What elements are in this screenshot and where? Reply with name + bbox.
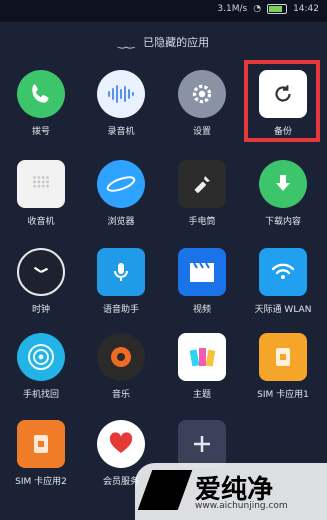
- watermark-url: www.aichunjing.com: [195, 501, 288, 511]
- app-label: 拨号: [31, 127, 50, 137]
- app-find-phone[interactable]: 手机找回: [2, 333, 80, 400]
- app-wlan[interactable]: 天际通 WLAN: [244, 248, 322, 315]
- app-sim1[interactable]: SIM 卡应用1: [244, 333, 322, 400]
- app-recorder[interactable]: 录音机: [82, 70, 160, 137]
- waveform-icon: [97, 70, 145, 118]
- heart-icon: [97, 420, 145, 468]
- app-label: 下载内容: [264, 217, 301, 227]
- app-themes[interactable]: 主题: [163, 333, 241, 400]
- watermark-logo-icon: [137, 470, 193, 510]
- status-right: 3.1M/s ◔ 14:42: [217, 4, 319, 14]
- app-sim2[interactable]: SIM 卡应用2: [2, 420, 80, 487]
- clock-icon: [17, 248, 65, 296]
- app-label: 视频: [192, 305, 211, 315]
- sim-card-icon: [17, 420, 65, 468]
- app-dialer[interactable]: 拨号: [2, 70, 80, 137]
- app-label: 设置: [192, 127, 211, 137]
- watermark: 爱纯净 www.aichunjing.com: [135, 463, 327, 520]
- battery-icon: [267, 4, 288, 14]
- app-label: 收音机: [27, 217, 55, 227]
- microphone-icon: [97, 248, 145, 296]
- app-settings[interactable]: 设置: [163, 70, 241, 137]
- app-video[interactable]: 视频: [163, 248, 241, 315]
- app-label: SIM 卡应用1: [257, 390, 309, 400]
- app-downloads[interactable]: 下载内容: [244, 160, 322, 227]
- gear-icon: [178, 70, 226, 118]
- hidden-apps-header: ‿‿ 已隐藏的应用: [0, 28, 327, 58]
- app-label: 时钟: [31, 305, 50, 315]
- download-icon: [259, 160, 307, 208]
- clapper-icon: [178, 248, 226, 296]
- highlight-box: [244, 60, 320, 142]
- clock-time: 14:42: [293, 4, 319, 14]
- app-voice-assistant[interactable]: 语音助手: [82, 248, 160, 315]
- app-radio[interactable]: 收音机: [2, 160, 80, 227]
- radar-icon: [17, 333, 65, 381]
- wifi-status-icon: ◔: [253, 4, 262, 14]
- app-label: 语音助手: [102, 305, 139, 315]
- app-clock[interactable]: 时钟: [2, 248, 80, 315]
- vinyl-icon: [97, 333, 145, 381]
- closed-eye-icon: ‿‿: [117, 36, 135, 49]
- app-label: 浏览器: [107, 217, 135, 227]
- app-label: 手电筒: [188, 217, 216, 227]
- planet-icon: [97, 160, 145, 208]
- app-browser[interactable]: 浏览器: [82, 160, 160, 227]
- radio-icon: [17, 160, 65, 208]
- app-label: 主题: [192, 390, 211, 400]
- app-flashlight[interactable]: 手电筒: [163, 160, 241, 227]
- app-music[interactable]: 音乐: [82, 333, 160, 400]
- app-label: 录音机: [107, 127, 135, 137]
- status-bar: 3.1M/s ◔ 14:42: [0, 0, 327, 22]
- plus-icon: [178, 420, 226, 468]
- sim-card-icon: [259, 333, 307, 381]
- app-label: 天际通 WLAN: [254, 305, 312, 315]
- app-label: 音乐: [111, 390, 130, 400]
- wifi-icon: [259, 248, 307, 296]
- network-speed: 3.1M/s: [217, 4, 248, 14]
- theme-icon: [178, 333, 226, 381]
- header-title: 已隐藏的应用: [143, 36, 210, 49]
- app-label: 手机找回: [22, 390, 59, 400]
- flashlight-icon: [178, 160, 226, 208]
- app-label: SIM 卡应用2: [15, 477, 67, 487]
- phone-icon: [17, 70, 65, 118]
